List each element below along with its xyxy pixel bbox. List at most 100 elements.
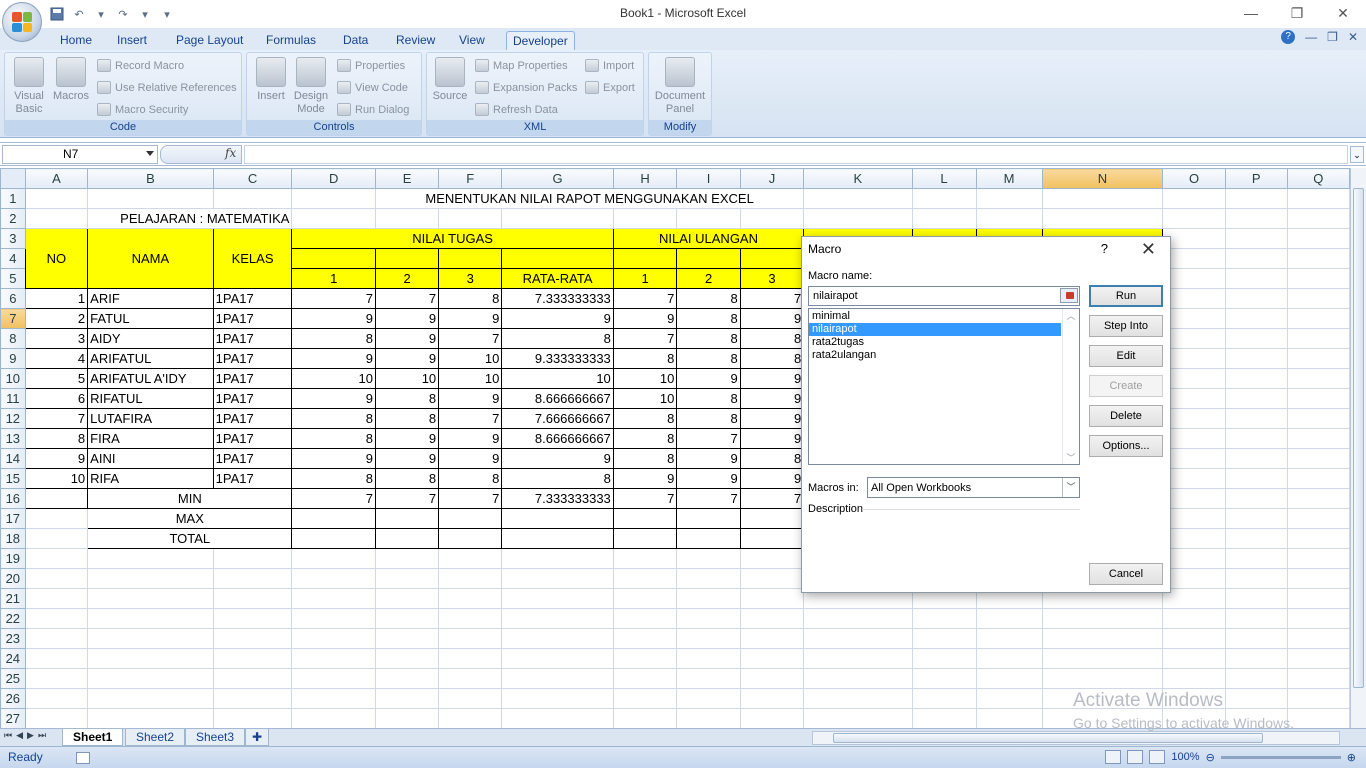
column-header-j[interactable]: J <box>739 168 805 189</box>
cell[interactable] <box>1224 548 1288 569</box>
cell[interactable] <box>1224 528 1288 549</box>
macro-list-item[interactable]: rata2tugas <box>809 336 1061 349</box>
cell-tugas-2[interactable]: 9 <box>374 308 440 329</box>
cell[interactable] <box>1286 448 1350 469</box>
row-header[interactable]: 26 <box>0 688 26 709</box>
cell[interactable] <box>1162 628 1226 649</box>
min-ulangan-1[interactable]: 7 <box>612 488 678 509</box>
visual-basic-button[interactable]: Visual Basic <box>9 57 49 116</box>
cell[interactable] <box>291 648 376 669</box>
cell[interactable] <box>1224 628 1288 649</box>
column-header-c[interactable]: C <box>212 168 293 189</box>
cell[interactable] <box>1224 388 1288 409</box>
collapse-dialog-icon[interactable] <box>1060 288 1078 303</box>
cell[interactable] <box>374 608 440 629</box>
cell[interactable] <box>1224 608 1288 629</box>
cell[interactable] <box>1286 668 1350 689</box>
column-header-l[interactable]: L <box>911 168 977 189</box>
header-cell[interactable] <box>374 248 440 269</box>
cell[interactable] <box>1224 648 1288 669</box>
cell[interactable] <box>438 608 503 629</box>
cell[interactable] <box>1224 448 1288 469</box>
cell[interactable] <box>1286 228 1350 249</box>
cell[interactable] <box>438 648 503 669</box>
cell-rata-rata[interactable]: 9 <box>501 448 614 469</box>
office-button[interactable] <box>2 2 42 42</box>
cell[interactable] <box>212 568 293 589</box>
header-kelas[interactable]: KELAS <box>212 228 293 289</box>
cell[interactable] <box>374 208 440 229</box>
row-header[interactable]: 18 <box>0 528 26 549</box>
cell[interactable] <box>975 208 1043 229</box>
column-header-p[interactable]: P <box>1224 168 1288 189</box>
cell-rata-rata[interactable]: 8.666666667 <box>501 428 614 449</box>
run-dialog-button[interactable]: Run Dialog <box>337 103 409 116</box>
header-tugas-2[interactable]: 2 <box>374 268 440 289</box>
cell[interactable] <box>612 548 678 569</box>
cell-tugas-1[interactable]: 7 <box>291 288 376 309</box>
cell[interactable] <box>501 628 614 649</box>
cell[interactable] <box>1224 508 1288 529</box>
cell[interactable] <box>24 508 89 529</box>
cell[interactable] <box>24 628 89 649</box>
cell-kelas[interactable]: 1PA17 <box>212 448 293 469</box>
cell-ulangan-1[interactable]: 10 <box>612 388 678 409</box>
cell[interactable] <box>1286 568 1350 589</box>
cell[interactable] <box>501 708 614 728</box>
header-cell[interactable] <box>291 248 376 269</box>
cell-tugas-1[interactable]: 10 <box>291 368 376 389</box>
cell[interactable] <box>1041 648 1164 669</box>
cell[interactable] <box>1162 228 1226 249</box>
cell[interactable] <box>1162 608 1226 629</box>
macro-name-input[interactable]: nilairapot <box>808 286 1080 306</box>
cell[interactable] <box>1286 388 1350 409</box>
cell[interactable] <box>374 708 440 728</box>
zoom-level[interactable]: 100% <box>1171 751 1199 763</box>
cell[interactable] <box>24 608 89 629</box>
cell-tugas-2[interactable]: 9 <box>374 448 440 469</box>
refresh-data-button[interactable]: Refresh Data <box>475 103 558 116</box>
cell[interactable] <box>501 508 614 529</box>
cell[interactable] <box>212 648 293 669</box>
cell[interactable] <box>911 668 977 689</box>
cell[interactable] <box>1224 268 1288 289</box>
cell[interactable] <box>1162 568 1226 589</box>
cell-ulangan-1[interactable]: 7 <box>612 288 678 309</box>
cell[interactable] <box>1224 228 1288 249</box>
map-properties-button[interactable]: Map Properties <box>475 59 568 72</box>
cell[interactable] <box>501 668 614 689</box>
cell[interactable] <box>1162 668 1226 689</box>
cell[interactable] <box>24 548 89 569</box>
macro-list-item[interactable]: rata2ulangan <box>809 349 1061 362</box>
cell[interactable] <box>803 648 913 669</box>
cell-nama[interactable]: ARIFATUL <box>87 348 214 369</box>
row-header[interactable]: 10 <box>0 368 26 389</box>
cell[interactable] <box>374 688 440 709</box>
vertical-scrollbar[interactable] <box>1350 168 1366 728</box>
tab-formulas[interactable]: Formulas <box>260 31 322 50</box>
cell[interactable] <box>374 648 440 669</box>
cell-tugas-3[interactable]: 8 <box>438 288 503 309</box>
cell-kelas[interactable]: 1PA17 <box>212 428 293 449</box>
cell-no[interactable]: 10 <box>24 468 89 489</box>
cell[interactable] <box>803 608 913 629</box>
min-tugas-3[interactable]: 7 <box>438 488 503 509</box>
cell[interactable] <box>739 588 805 609</box>
cell[interactable] <box>676 608 741 629</box>
cell-tugas-2[interactable]: 8 <box>374 468 440 489</box>
insert-function-icon[interactable]: fx <box>225 146 236 160</box>
options-button[interactable]: Options... <box>1089 435 1163 457</box>
cell-ulangan-1[interactable]: 9 <box>612 468 678 489</box>
row-header[interactable]: 19 <box>0 548 26 569</box>
column-header-b[interactable]: B <box>87 168 214 189</box>
cell-tugas-1[interactable]: 8 <box>291 328 376 349</box>
cell-ulangan-2[interactable]: 8 <box>676 408 741 429</box>
page-layout-view-icon[interactable] <box>1127 750 1144 764</box>
column-header-h[interactable]: H <box>612 168 678 189</box>
header-cell[interactable] <box>501 248 614 269</box>
cell[interactable] <box>212 668 293 689</box>
page-break-view-icon[interactable] <box>1149 750 1166 764</box>
cell[interactable] <box>1224 368 1288 389</box>
macro-list-item-selected[interactable]: nilairapot <box>809 323 1061 336</box>
cell-ulangan-1[interactable]: 8 <box>612 448 678 469</box>
